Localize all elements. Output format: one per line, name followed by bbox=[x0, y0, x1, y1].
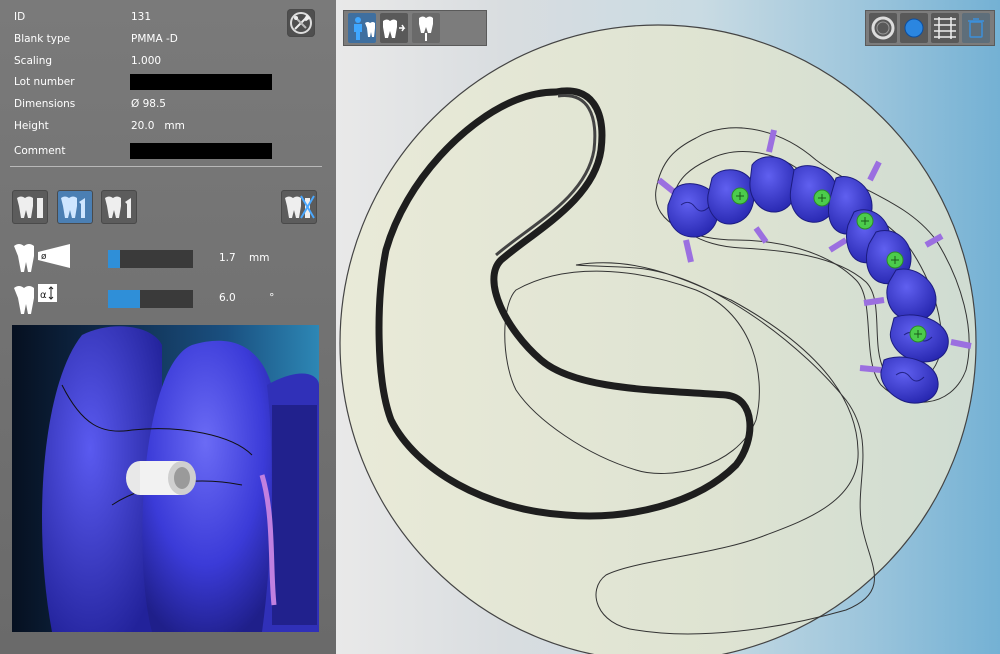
properties-panel: ID 131 Blank type PMMA -D Scaling 1.000 … bbox=[0, 0, 336, 654]
tooth bbox=[749, 156, 798, 213]
tooth-pin-icon bbox=[419, 16, 433, 41]
tooth-angle-icon: α bbox=[14, 284, 57, 314]
sphere-view-button[interactable] bbox=[900, 13, 928, 43]
prop-value-dimensions: Ø 98.5 bbox=[131, 98, 166, 110]
prop-label-dimensions: Dimensions bbox=[14, 98, 76, 110]
prop-row-lot-number: Lot number bbox=[14, 74, 314, 94]
tooth-arrow-icon bbox=[383, 19, 406, 38]
prop-label-id: ID bbox=[14, 11, 26, 23]
sprue bbox=[859, 365, 882, 373]
prop-row-comment: Comment bbox=[14, 143, 314, 163]
prop-row-blank-type: Blank type PMMA -D bbox=[14, 31, 314, 51]
tooth-arrow-button[interactable] bbox=[380, 13, 408, 43]
prop-value-id: 131 bbox=[131, 11, 152, 23]
comment-field[interactable] bbox=[130, 143, 272, 159]
preview-tooth-render bbox=[42, 326, 319, 632]
prop-value-scaling: 1.000 bbox=[131, 55, 162, 67]
tooth-center-icon bbox=[61, 196, 85, 218]
tooth-mode-right-button[interactable] bbox=[101, 190, 137, 224]
tooth-left-icon bbox=[17, 196, 43, 218]
sprue-preview-view[interactable] bbox=[12, 325, 319, 632]
prop-label-comment: Comment bbox=[14, 145, 66, 157]
diameter-slider-fill bbox=[108, 250, 120, 268]
tooth-delete-icon bbox=[285, 195, 315, 219]
tooth-mode-center-button[interactable] bbox=[57, 190, 93, 224]
prop-value-blank-type: PMMA -D bbox=[131, 33, 178, 45]
person-tooth-button[interactable] bbox=[348, 13, 376, 43]
blank-scene bbox=[339, 24, 977, 654]
prop-row-id: ID 131 bbox=[14, 9, 314, 29]
render-toolbar bbox=[865, 10, 995, 46]
lot-number-field[interactable] bbox=[130, 74, 272, 90]
delete-button[interactable] bbox=[962, 13, 990, 43]
tooth-pin-button[interactable] bbox=[412, 13, 440, 43]
grid-icon bbox=[934, 17, 956, 39]
tools-gear-icon bbox=[290, 12, 312, 34]
diameter-value: 1.7 mm bbox=[219, 252, 270, 264]
angle-value: 6.0 ° bbox=[219, 292, 275, 304]
person-tooth-icon bbox=[354, 17, 375, 40]
tooth-mode-left-button[interactable] bbox=[12, 190, 48, 224]
ring-icon bbox=[871, 16, 895, 40]
prop-value-height: 20.0 mm bbox=[131, 120, 185, 132]
prop-label-scaling: Scaling bbox=[14, 55, 53, 67]
panel-divider bbox=[10, 166, 322, 167]
trash-icon bbox=[968, 18, 984, 38]
tooth-delete-button[interactable] bbox=[281, 190, 317, 224]
prop-row-height: Height 20.0 mm bbox=[14, 118, 314, 138]
tools-settings-button[interactable] bbox=[287, 9, 315, 37]
prop-label-height: Height bbox=[14, 120, 49, 132]
sphere-icon bbox=[904, 18, 924, 38]
svg-text:ø: ø bbox=[41, 252, 47, 262]
ring-view-button[interactable] bbox=[869, 13, 897, 43]
tooth-diameter-icon: ø bbox=[14, 244, 70, 272]
angle-slider-fill bbox=[108, 290, 140, 308]
prop-label-blank-type: Blank type bbox=[14, 33, 71, 45]
blank-disc bbox=[339, 24, 977, 654]
prop-row-dimensions: Dimensions Ø 98.5 bbox=[14, 96, 314, 116]
prop-label-lot-number: Lot number bbox=[14, 76, 75, 88]
tooth-right-icon bbox=[105, 196, 131, 218]
diameter-slider[interactable] bbox=[108, 250, 193, 268]
sprue bbox=[863, 297, 885, 306]
grid-view-button[interactable] bbox=[931, 13, 959, 43]
sprue bbox=[950, 339, 972, 349]
3d-viewport[interactable] bbox=[336, 0, 1000, 654]
angle-slider[interactable] bbox=[108, 290, 193, 308]
svg-text:α: α bbox=[40, 290, 47, 301]
prop-row-scaling: Scaling 1.000 bbox=[14, 53, 314, 73]
view-toolbar bbox=[343, 10, 487, 46]
